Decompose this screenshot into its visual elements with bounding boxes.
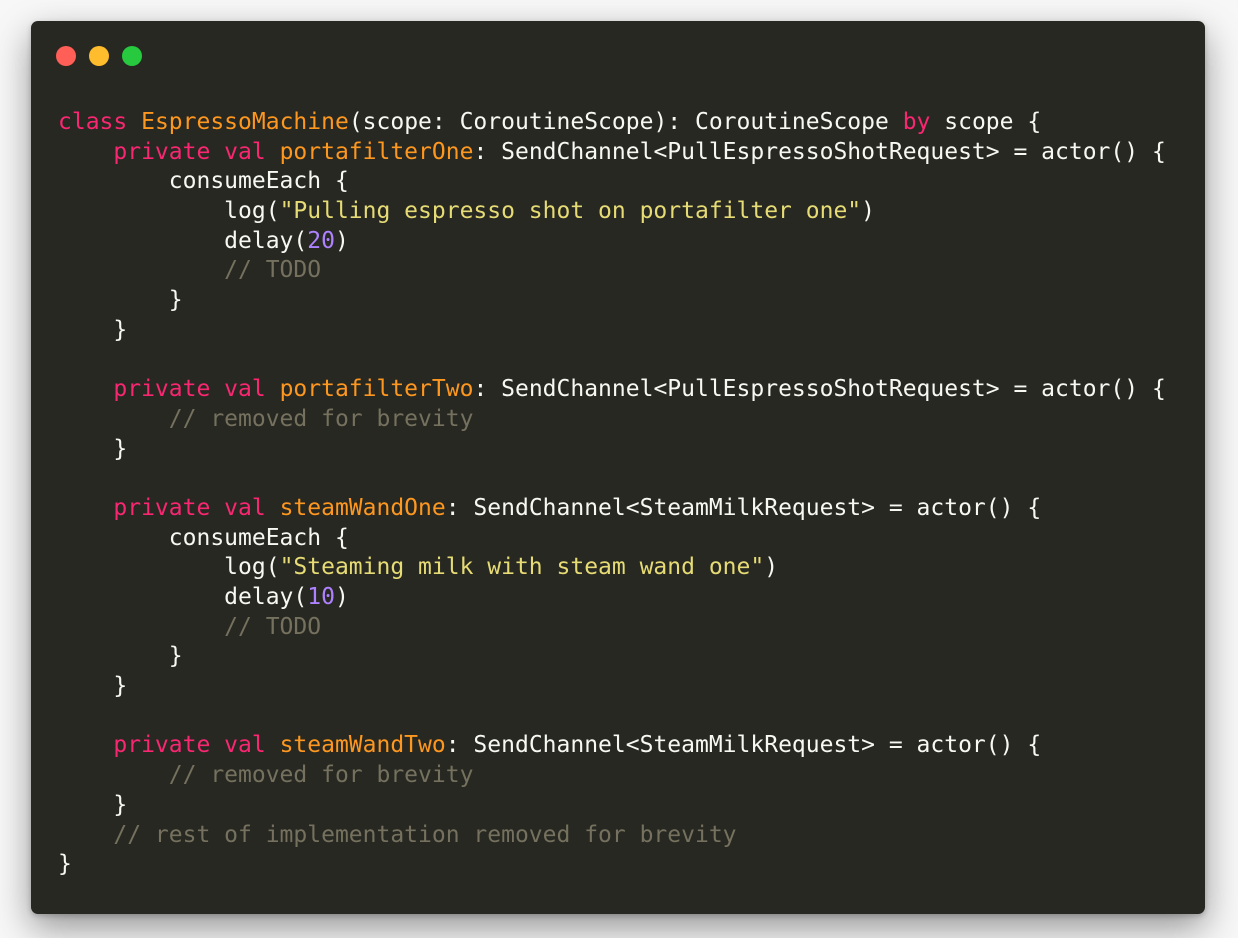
code-line: log("Steaming milk with steam wand one") [58, 553, 1166, 583]
code-token: consumeEach { [58, 524, 349, 551]
code-token: 20 [307, 227, 335, 254]
code-token: by [902, 109, 931, 135]
code-token: EspressoMachine [141, 109, 349, 135]
code-line: // TODO [58, 256, 1166, 286]
code-token: private val [113, 138, 280, 165]
code-block: class EspressoMachine(scope: CoroutineSc… [58, 108, 1166, 880]
code-line: delay(20) [58, 227, 1166, 257]
code-token: } [58, 851, 72, 878]
code-token: (scope: CoroutineScope): CoroutineScope [348, 109, 903, 135]
code-token: // removed for brevity [168, 405, 474, 432]
minimize-button[interactable] [89, 46, 109, 66]
code-token: "Pulling espresso shot on portafilter on… [279, 198, 862, 225]
code-token: } [58, 287, 183, 314]
code-token: private val [113, 494, 280, 521]
code-token: } [58, 435, 128, 462]
code-token: ) [861, 198, 876, 225]
code-line: } [58, 286, 1166, 316]
code-line: consumeEach { [58, 167, 1166, 197]
code-line: } [58, 850, 1166, 880]
code-line: } [58, 791, 1166, 821]
code-token: ) [334, 227, 349, 254]
code-line: delay(10) [58, 583, 1166, 613]
code-token: delay( [58, 584, 308, 610]
code-token: } [58, 673, 128, 700]
code-token: ) [334, 584, 349, 610]
code-line: // removed for brevity [58, 761, 1166, 791]
code-token: : SendChannel<PullEspressoShotRequest> =… [473, 376, 1166, 403]
code-line: // removed for brevity [58, 405, 1166, 435]
code-token: private val [113, 732, 280, 759]
code-line: private val steamWandTwo: SendChannel<St… [58, 731, 1166, 761]
code-line: } [58, 435, 1166, 465]
code-token: : SendChannel<SteamMilkRequest> = actor(… [445, 494, 1042, 521]
code-token: : SendChannel<SteamMilkRequest> = actor(… [445, 732, 1042, 759]
code-token: delay( [58, 227, 308, 254]
code-line: consumeEach { [58, 524, 1166, 554]
code-token: ) [764, 554, 779, 581]
code-token: private val [113, 376, 280, 403]
code-token: // rest of implementation removed for br… [113, 821, 737, 848]
code-token: : SendChannel<PullEspressoShotRequest> =… [473, 138, 1166, 165]
code-line: } [58, 316, 1166, 346]
code-token: scope { [930, 109, 1042, 135]
code-token: 10 [307, 584, 335, 610]
code-line: class EspressoMachine(scope: CoroutineSc… [58, 108, 1166, 138]
code-token: portafilterTwo [279, 376, 474, 403]
code-token: } [58, 791, 128, 818]
code-token: } [58, 316, 128, 343]
close-button[interactable] [56, 46, 76, 66]
code-token: // removed for brevity [168, 762, 474, 789]
code-token: class [58, 109, 142, 135]
code-token: } [58, 643, 183, 670]
code-token: consumeEach { [58, 168, 349, 195]
code-token: steamWandTwo [279, 732, 446, 759]
code-line: log("Pulling espresso shot on portafilte… [58, 197, 1166, 227]
code-token: // TODO [224, 613, 322, 640]
code-token: log( [58, 554, 280, 581]
code-line: // rest of implementation removed for br… [58, 821, 1166, 851]
code-line: } [58, 672, 1166, 702]
code-line: private val portafilterTwo: SendChannel<… [58, 375, 1166, 405]
window-controls [56, 46, 155, 66]
maximize-button[interactable] [122, 46, 142, 66]
code-token: steamWandOne [279, 494, 446, 521]
code-window: class EspressoMachine(scope: CoroutineSc… [31, 21, 1205, 914]
code-line: } [58, 642, 1166, 672]
code-line: // TODO [58, 613, 1166, 643]
code-token: "Steaming milk with steam wand one" [279, 554, 765, 581]
code-token: log( [58, 198, 280, 225]
code-token: // TODO [224, 257, 322, 284]
code-token: portafilterOne [279, 138, 474, 165]
code-line: private val portafilterOne: SendChannel<… [58, 138, 1166, 168]
code-line: private val steamWandOne: SendChannel<St… [58, 494, 1166, 524]
